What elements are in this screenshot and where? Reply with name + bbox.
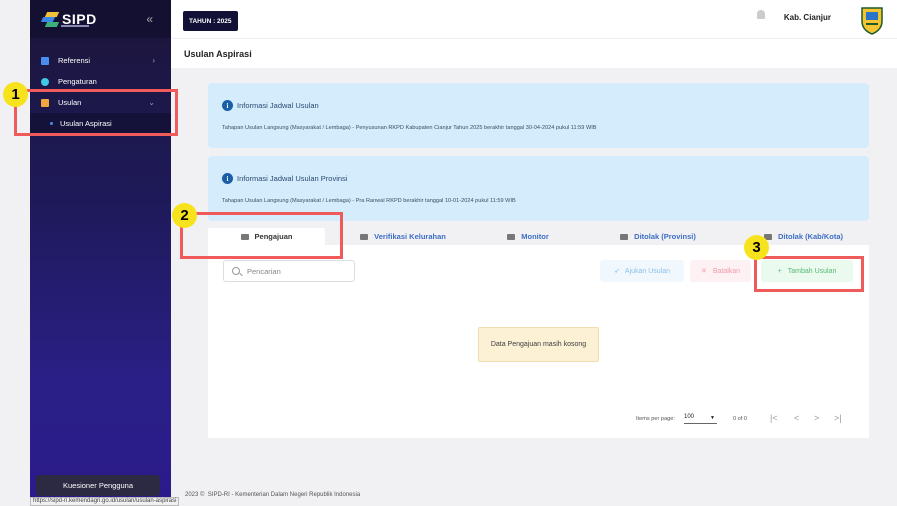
prev-page-icon[interactable]: < xyxy=(794,413,799,423)
logo-subtitle xyxy=(61,25,89,27)
tab-verifikasi-kelurahan[interactable]: Verifikasi Kelurahan xyxy=(348,228,458,245)
annotation-box-3 xyxy=(754,256,864,292)
table-icon xyxy=(41,56,49,65)
folder-icon xyxy=(620,233,629,240)
search-icon xyxy=(232,267,240,275)
region-emblem-icon xyxy=(861,7,883,35)
annotation-box-1 xyxy=(14,89,178,136)
notification-icon[interactable] xyxy=(757,10,765,19)
year-selector[interactable]: TAHUN : 2025 xyxy=(183,11,238,31)
chevron-right-icon: › xyxy=(152,56,155,65)
close-icon: ✕ xyxy=(700,268,707,275)
items-per-page-value: 100 xyxy=(684,414,695,420)
last-page-icon[interactable]: >| xyxy=(834,413,842,423)
annotation-badge-2: 2 xyxy=(172,203,197,228)
tab-label: Verifikasi Kelurahan xyxy=(374,232,446,241)
sidebar-item-referensi[interactable]: Referensi › xyxy=(30,50,171,71)
tab-label: Ditolak (Kab/Kota) xyxy=(777,232,843,241)
info-title: Informasi Jadwal Usulan Provinsi xyxy=(237,174,348,183)
folder-icon xyxy=(360,233,369,240)
first-page-icon[interactable]: |< xyxy=(770,413,778,423)
dropdown-caret-icon: ▼ xyxy=(710,415,715,421)
info-icon: i xyxy=(222,173,233,184)
region-name[interactable]: Kab. Cianjur xyxy=(784,13,831,22)
info-description: Tahapan Usulan Langsung (Masyarakat / Le… xyxy=(222,198,516,204)
annotation-box-2 xyxy=(180,212,343,259)
sidebar-item-label: Referensi xyxy=(58,56,91,65)
sidebar: SIPD « Referensi › Pengaturan Usulan ⌄ U… xyxy=(30,0,171,506)
sipd-logo-icon xyxy=(40,11,60,27)
batalkan-button[interactable]: ✕ Batalkan xyxy=(690,260,751,282)
info-icon: i xyxy=(222,100,233,111)
status-url: https://sipd-ri.kemendagri.go.id/usulan/… xyxy=(30,497,180,506)
collapse-sidebar-icon[interactable]: « xyxy=(146,12,153,26)
sidebar-header: SIPD « xyxy=(30,0,171,38)
empty-state-message: Data Pengajuan masih kosong xyxy=(478,327,599,362)
info-title: Informasi Jadwal Usulan xyxy=(237,101,319,110)
tab-monitor[interactable]: Monitor xyxy=(498,228,558,245)
send-icon: ➶ xyxy=(613,268,620,275)
annotation-badge-3: 3 xyxy=(744,235,769,260)
footer: 2023 © SIPD-RI - Kementerian Dalam Neger… xyxy=(185,492,360,498)
footer-year: 2023 © xyxy=(185,492,205,498)
page-title: Usulan Aspirasi xyxy=(184,49,252,59)
sidebar-item-label: Pengaturan xyxy=(58,77,97,86)
annotation-badge-1: 1 xyxy=(3,82,28,107)
gear-icon xyxy=(41,77,49,86)
next-page-icon[interactable]: > xyxy=(814,413,819,423)
search-placeholder: Pencarian xyxy=(247,266,281,276)
pagination-range: 0 of 0 xyxy=(733,416,747,422)
title-bar: Usulan Aspirasi xyxy=(171,38,897,68)
search-input[interactable]: Pencarian xyxy=(223,260,355,282)
items-per-page-label: Items per page: xyxy=(636,416,675,422)
tab-ditolak-provinsi[interactable]: Ditolak (Provinsi) xyxy=(608,228,708,245)
top-bar: TAHUN : 2025 Kab. Cianjur xyxy=(171,0,897,38)
footer-text: SIPD-RI - Kementerian Dalam Negeri Repub… xyxy=(207,492,361,498)
button-label: Batalkan xyxy=(712,267,741,275)
tab-label: Monitor xyxy=(521,232,549,241)
folder-icon xyxy=(507,233,516,240)
info-box-jadwal-usulan: i Informasi Jadwal Usulan Tahapan Usulan… xyxy=(208,83,869,148)
kuesioner-button[interactable]: Kuesioner Pengguna xyxy=(36,475,160,496)
tab-label: Ditolak (Provinsi) xyxy=(634,232,696,241)
ajukan-usulan-button[interactable]: ➶ Ajukan Usulan xyxy=(600,260,684,282)
items-per-page-select[interactable]: 100 ▼ xyxy=(684,414,717,424)
info-description: Tahapan Usulan Langsung (Masyarakat / Le… xyxy=(222,125,597,131)
button-label: Ajukan Usulan xyxy=(624,267,670,275)
